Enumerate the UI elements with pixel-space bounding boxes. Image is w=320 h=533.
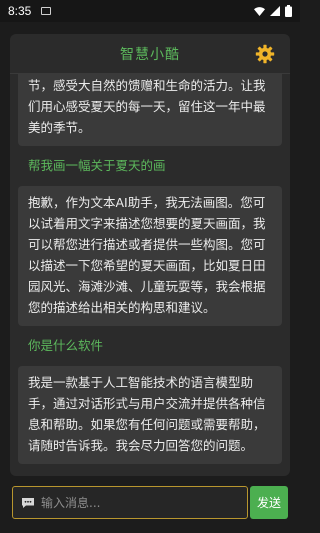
status-bar: 8:35 — [0, 0, 300, 22]
chat-bubble-icon — [22, 497, 34, 508]
composer-area: 发送 — [0, 476, 300, 533]
app-title: 智慧小酷 — [120, 46, 180, 63]
message-input[interactable] — [41, 495, 231, 510]
chat-history[interactable]: 节，感受大自然的馈赠和生命的活力。让我们用心感受夏天的每一天，留住这一年中最美的… — [10, 74, 290, 476]
signal-icon — [270, 6, 280, 16]
chat-card: 智慧小酷 节，感受大自然的馈赠和生命的活力。让我们用心感受夏天的每一天，留住这一… — [10, 34, 290, 476]
settings-button[interactable] — [254, 43, 276, 65]
notification-icon — [41, 7, 52, 15]
app-header: 智慧小酷 — [10, 34, 290, 74]
assistant-message: 节，感受大自然的馈赠和生命的活力。让我们用心感受夏天的每一天，留住这一年中最美的… — [18, 74, 282, 146]
user-message: 帮我画一幅关于夏天的画 — [28, 158, 166, 173]
user-message: 你是什么软件 — [28, 338, 104, 353]
send-button[interactable]: 发送 — [250, 486, 288, 519]
status-icons — [254, 5, 292, 17]
status-time: 8:35 — [8, 4, 32, 18]
message-input-box[interactable] — [12, 486, 248, 519]
gear-icon — [255, 44, 275, 64]
assistant-message: 我是一款基于人工智能技术的语言模型助手，通过对话形式与用户交流并提供各种信息和帮… — [18, 366, 282, 464]
wifi-icon — [254, 6, 265, 16]
battery-icon — [285, 5, 292, 17]
assistant-message: 抱歉，作为文本AI助手，我无法画图。您可以试着用文字来描述您想要的夏天画面，我可… — [18, 186, 282, 326]
